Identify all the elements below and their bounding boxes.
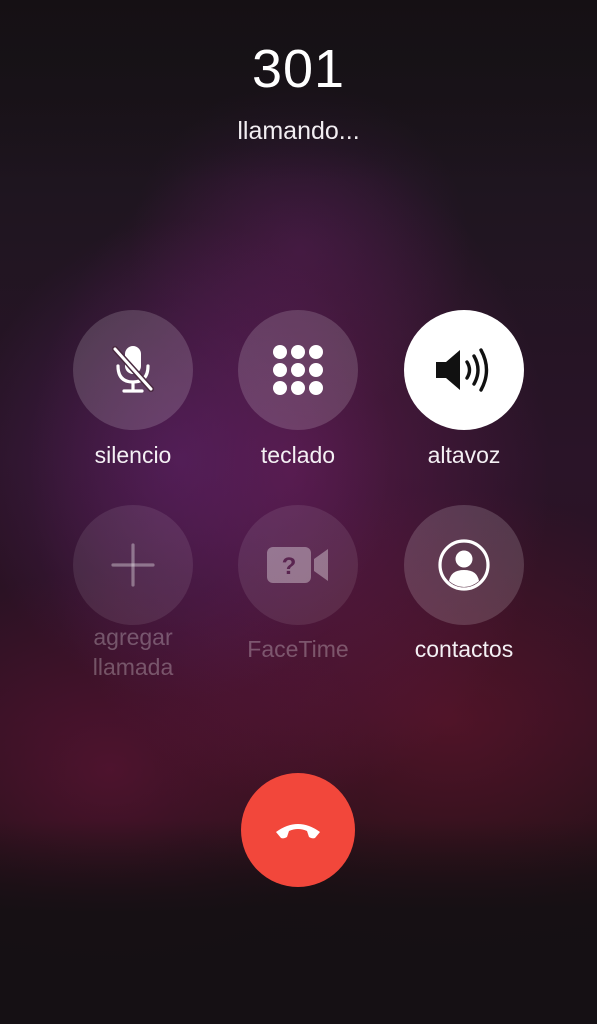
keypad-label: teclado bbox=[260, 442, 336, 468]
add-call-button[interactable] bbox=[73, 505, 193, 625]
phone-hangup-icon bbox=[273, 818, 323, 842]
contacts-button[interactable] bbox=[404, 505, 524, 625]
caller-name: 301 bbox=[251, 39, 346, 99]
mute-label: silencio bbox=[94, 442, 172, 468]
keypad-button[interactable] bbox=[238, 310, 358, 430]
microphone-slash-icon bbox=[108, 342, 158, 398]
facetime-button[interactable]: ? bbox=[238, 505, 358, 625]
facetime-camera-icon: ? bbox=[265, 544, 331, 586]
keypad-grid-icon bbox=[271, 343, 325, 397]
contact-person-icon bbox=[437, 538, 491, 592]
speaker-wave-icon bbox=[433, 345, 495, 395]
call-status: llamando... bbox=[237, 117, 360, 145]
mute-button[interactable] bbox=[73, 310, 193, 430]
end-call-button[interactable] bbox=[241, 773, 355, 887]
speaker-button[interactable] bbox=[404, 310, 524, 430]
add-call-label-line2: llamada bbox=[92, 654, 174, 680]
add-call-label-line1: agregar bbox=[93, 624, 173, 650]
svg-text:?: ? bbox=[282, 553, 297, 580]
call-screen: 301 llamando... silencio teclado altavoz… bbox=[0, 0, 597, 1024]
plus-icon bbox=[110, 542, 156, 588]
facetime-label: FaceTime bbox=[247, 636, 349, 662]
contacts-label: contactos bbox=[414, 636, 514, 662]
speaker-label: altavoz bbox=[427, 442, 501, 468]
add-call-label: agregar llamada bbox=[48, 622, 218, 682]
